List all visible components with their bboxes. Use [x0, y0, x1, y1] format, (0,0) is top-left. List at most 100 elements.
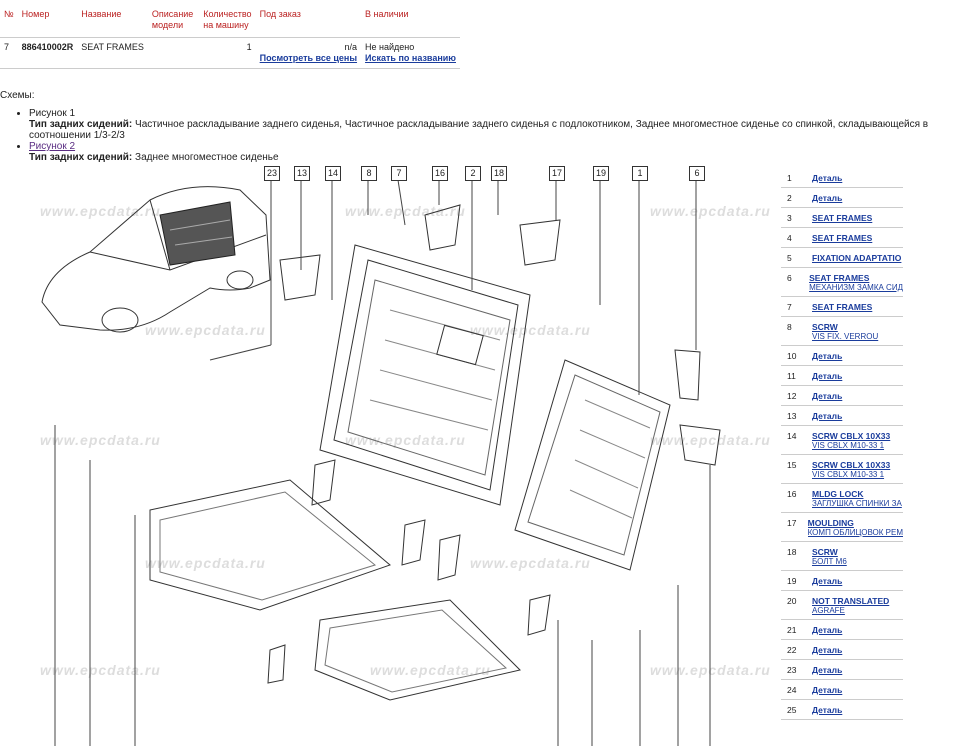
seat-back-frame-right [514, 359, 671, 571]
legend-part-link[interactable]: SCRW CBLX 10X33 [812, 431, 903, 441]
legend-part-link[interactable]: Деталь [812, 705, 903, 715]
legend-row: 12 Деталь [781, 386, 903, 406]
legend-part-subtitle: КОМП ОБЛИЦОВОК РЕМ [807, 528, 903, 537]
search-by-name-link[interactable]: Искать по названию [365, 53, 456, 64]
callout[interactable]: 6 [689, 166, 705, 181]
legend-row: 8 SCRW VIS FIX. VERROU [781, 317, 903, 346]
legend-row: 6 SEAT FRAMES МЕХАНИЗМ ЗАМКА СИД [781, 268, 903, 297]
callout[interactable]: 1 [632, 166, 648, 181]
legend-part-link[interactable]: Деталь [812, 193, 903, 203]
seat-back-frame [319, 244, 531, 506]
callout[interactable]: 7 [391, 166, 407, 181]
cell-qty: 1 [199, 37, 256, 69]
legend-part-link[interactable]: Деталь [812, 665, 903, 675]
legend-part-link[interactable]: Деталь [812, 685, 903, 695]
legend-num: 4 [787, 233, 792, 243]
legend-num: 1 [787, 173, 792, 183]
legend-num: 23 [787, 665, 797, 675]
legend-part-link[interactable]: FIXATION ADAPTATIO [812, 253, 903, 263]
legend-num: 6 [787, 273, 792, 283]
order-value: n/a [344, 42, 358, 52]
seat-wire-frame [149, 479, 521, 701]
legend-part-link[interactable]: SCRW [812, 547, 903, 557]
legend-part-subtitle: VIS CBLX M10-33 1 [812, 441, 885, 450]
callout[interactable]: 19 [593, 166, 609, 181]
legend-num: 25 [787, 705, 797, 715]
legend-part-link[interactable]: MLDG LOCK [812, 489, 903, 499]
legend-row: 2 Деталь [781, 188, 903, 208]
legend-row: 19 Деталь [781, 571, 903, 591]
legend-part-subtitle: VIS CBLX M10-33 1 [812, 470, 885, 479]
legend-num: 7 [787, 302, 792, 312]
callout[interactable]: 18 [491, 166, 507, 181]
col-header-num: № [4, 9, 14, 19]
legend-part-link[interactable]: MOULDING [808, 518, 903, 528]
legend-num: 3 [787, 213, 792, 223]
leader-lines [54, 179, 711, 746]
callout[interactable]: 2 [465, 166, 481, 181]
legend-part-link[interactable]: Деталь [812, 625, 903, 635]
legend-part-subtitle: МЕХАНИЗМ ЗАМКА СИД [809, 283, 903, 292]
scheme-desc-key-1: Тип задних сидений: [29, 119, 133, 130]
legend-part-subtitle: AGRAFE [812, 606, 845, 615]
legend-num: 5 [787, 253, 792, 263]
scheme-desc-1: Частичное раскладывание заднего сиденья,… [29, 119, 929, 141]
legend-part-subtitle: ЗАГЛУШКА СПИНКИ ЗА [812, 499, 902, 508]
legend-row: 24 Деталь [781, 680, 903, 700]
legend-row: 25 Деталь [781, 700, 903, 720]
cell-name: SEAT FRAMES [77, 37, 148, 69]
view-all-prices-link[interactable]: Посмотреть все цены [260, 53, 357, 64]
legend-part-link[interactable]: SEAT FRAMES [812, 302, 903, 312]
legend-part-link[interactable]: SEAT FRAMES [812, 213, 903, 223]
legend-part-link[interactable]: Деталь [812, 576, 903, 586]
legend-num: 2 [787, 193, 792, 203]
callout[interactable]: 16 [432, 166, 448, 181]
legend-num: 10 [787, 351, 797, 361]
legend-num: 15 [787, 460, 797, 470]
callout[interactable]: 13 [294, 166, 310, 181]
legend-part-link[interactable]: SEAT FRAMES [809, 273, 903, 283]
stock-value: Не найдено [365, 42, 415, 52]
callout[interactable]: 8 [361, 166, 377, 181]
legend-part-link[interactable]: Деталь [812, 351, 903, 361]
col-header-qty: Количество на машину [203, 9, 252, 30]
callout[interactable]: 14 [325, 166, 341, 181]
table-header-row: № Номер Название Описание модели Количес… [0, 0, 460, 38]
legend-part-link[interactable]: NOT TRANSLATED [812, 596, 903, 606]
legend-part-link[interactable]: SCRW CBLX 10X33 [812, 460, 903, 470]
legend-row: 5 FIXATION ADAPTATIO [781, 248, 903, 268]
legend-part-link[interactable]: Деталь [812, 371, 903, 381]
legend-row: 21 Деталь [781, 620, 903, 640]
legend-part-link[interactable]: Деталь [812, 391, 903, 401]
legend-row: 3 SEAT FRAMES [781, 208, 903, 228]
col-header-part-number: Номер [21, 9, 50, 19]
legend-part-subtitle: БОЛТ M6 [812, 557, 847, 566]
parts-table: № Номер Название Описание модели Количес… [0, 0, 460, 69]
legend-part-link[interactable]: SCRW [812, 322, 903, 332]
legend-num: 13 [787, 411, 797, 421]
legend-part-link[interactable]: Деталь [812, 173, 903, 183]
scheme-link-2[interactable]: Рисунок 2 [29, 141, 960, 152]
legend-num: 20 [787, 596, 797, 606]
parts-legend: 1 Деталь 2 Деталь 3 SEAT FRAMES 4 SEAT FRAMES 5 F… [781, 168, 903, 720]
legend-row: 18 SCRW БОЛТ M6 [781, 542, 903, 571]
legend-row: 16 MLDG LOCK ЗАГЛУШКА СПИНКИ ЗА [781, 484, 903, 513]
table-row: 7 886410002R SEAT FRAMES 1 n/a Посмотрет… [0, 37, 460, 69]
legend-part-link[interactable]: SEAT FRAMES [812, 233, 903, 243]
legend-row: 14 SCRW CBLX 10X33 VIS CBLX M10-33 1 [781, 426, 903, 455]
legend-row: 4 SEAT FRAMES [781, 228, 903, 248]
callout[interactable]: 23 [264, 166, 280, 181]
parts-diagram: www.epcdata.ru www.epcdata.ru www.epcdat… [30, 160, 775, 746]
cell-model-desc [147, 37, 200, 69]
callout[interactable]: 17 [549, 166, 565, 181]
legend-num: 14 [787, 431, 797, 441]
legend-part-subtitle: VIS FIX. VERROU [812, 332, 879, 341]
legend-row: 10 Деталь [781, 346, 903, 366]
legend-part-link[interactable]: Деталь [812, 645, 903, 655]
legend-num: 17 [787, 518, 797, 528]
legend-part-link[interactable]: Деталь [812, 411, 903, 421]
cell-num: 7 [0, 37, 18, 69]
cell-part-number: 886410002R [17, 37, 78, 69]
legend-row: 15 SCRW CBLX 10X33 VIS CBLX M10-33 1 [781, 455, 903, 484]
legend-row: 7 SEAT FRAMES [781, 297, 903, 317]
